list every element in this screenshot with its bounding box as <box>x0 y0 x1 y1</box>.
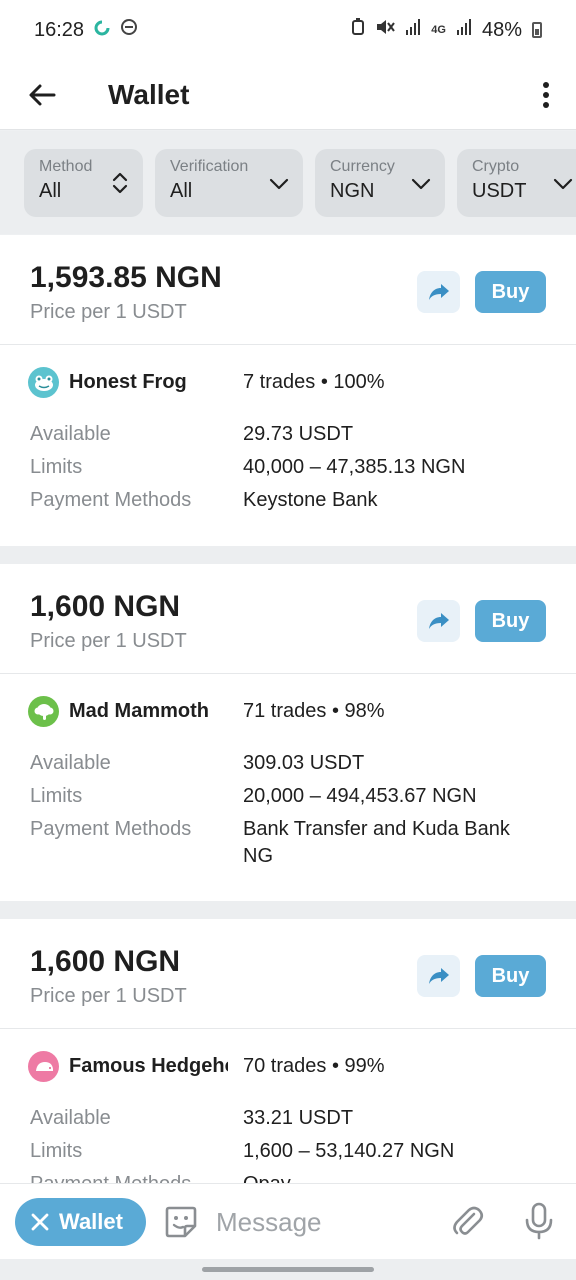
message-input[interactable] <box>216 1202 436 1242</box>
offer-card: 1,600 NGN Price per 1 USDT Buy Mad Mammo… <box>0 564 576 901</box>
offer-price: 1,600 NGN <box>30 590 181 623</box>
available-label: Available <box>30 1107 111 1129</box>
payment-methods-label: Payment Methods <box>30 1173 191 1183</box>
offer-card: 1,600 NGN Price per 1 USDT Buy Famous He… <box>0 919 576 1183</box>
attach-button[interactable] <box>450 1204 486 1245</box>
available-value: 309.03 USDT <box>243 752 365 774</box>
offer-price-caption: Price per 1 USDT <box>30 630 187 652</box>
wallet-chip-label: Wallet <box>59 1209 123 1234</box>
close-icon <box>31 1213 49 1231</box>
status-time: 16:28 <box>34 18 85 41</box>
available-value: 33.21 USDT <box>243 1107 354 1129</box>
offer-details: Mad Mammoth 71 trades • 98% Available 30… <box>0 674 576 901</box>
microphone-icon <box>525 1202 553 1240</box>
share-button[interactable] <box>417 271 460 313</box>
share-arrow-icon <box>428 284 449 300</box>
sort-updown-icon <box>112 172 128 193</box>
battery-icon <box>532 22 542 38</box>
signal-icon-2 <box>456 18 472 42</box>
seller-trades: 70 trades • 99% <box>243 1055 385 1077</box>
offer-price-row: 1,600 NGN Price per 1 USDT Buy <box>0 919 576 1029</box>
seller-info[interactable]: Honest Frog <box>28 367 228 398</box>
available-value: 29.73 USDT <box>243 423 354 445</box>
seller-name: Mad Mammoth <box>69 700 209 722</box>
share-arrow-icon <box>428 613 449 629</box>
limits-value: 1,600 – 53,140.27 NGN <box>243 1140 455 1162</box>
limits-label: Limits <box>30 456 83 478</box>
seller-name: Honest Frog <box>69 371 187 393</box>
buy-button[interactable]: Buy <box>475 600 546 642</box>
offer-details: Honest Frog 7 trades • 100% Available 29… <box>0 345 576 545</box>
filter-method[interactable]: Method All <box>24 148 143 217</box>
message-composer: Wallet <box>0 1183 576 1259</box>
sticker-icon <box>165 1206 197 1238</box>
seller-info[interactable]: Famous Hedgehog <box>28 1051 228 1082</box>
offer-price: 1,600 NGN <box>30 945 181 978</box>
seller-trades: 7 trades • 100% <box>243 371 385 393</box>
seller-name: Famous Hedgehog <box>69 1055 228 1077</box>
share-arrow-icon <box>428 968 449 984</box>
limits-value: 20,000 – 494,453.67 NGN <box>243 785 477 807</box>
page-title: Wallet <box>108 78 190 110</box>
payment-methods-value: Opay <box>243 1171 543 1183</box>
payment-methods-value: Keystone Bank <box>243 489 378 511</box>
hedgehog-avatar-icon <box>28 1051 59 1082</box>
signal-icon <box>405 18 421 42</box>
mammoth-avatar-icon <box>28 696 59 727</box>
paperclip-icon <box>453 1206 484 1235</box>
share-button[interactable] <box>417 600 460 642</box>
filter-bar: Method All Verification All Currency NGN… <box>0 131 576 234</box>
arrow-left-icon <box>29 84 56 105</box>
filter-crypto[interactable]: Crypto USDT <box>457 148 576 217</box>
buy-button[interactable]: Buy <box>475 271 546 313</box>
offer-details: Famous Hedgehog 70 trades • 99% Availabl… <box>0 1029 576 1183</box>
offer-price: 1,593.85 NGN <box>30 261 222 294</box>
limits-label: Limits <box>30 785 83 807</box>
chevron-down-icon <box>411 178 431 189</box>
frog-avatar-icon <box>28 367 59 398</box>
payment-methods-label: Payment Methods <box>30 489 192 511</box>
offer-price-row: 1,600 NGN Price per 1 USDT Buy <box>0 564 576 674</box>
available-label: Available <box>30 752 111 774</box>
more-vertical-icon <box>543 81 549 108</box>
limits-value: 40,000 – 47,385.13 NGN <box>243 456 466 478</box>
card-separator <box>0 546 576 564</box>
wallet-bot-button[interactable]: Wallet <box>15 1198 146 1246</box>
alarm-icon <box>351 18 365 42</box>
home-gesture-handle[interactable] <box>202 1267 374 1272</box>
app-header: Wallet <box>0 60 576 130</box>
network-type-label: 4G <box>431 24 446 36</box>
offer-price-row: 1,593.85 NGN Price per 1 USDT Buy <box>0 235 576 345</box>
offer-card: 1,593.85 NGN Price per 1 USDT Buy Honest… <box>0 235 576 546</box>
more-options-button[interactable] <box>516 60 576 130</box>
offer-price-caption: Price per 1 USDT <box>30 985 187 1007</box>
filter-verification[interactable]: Verification All <box>155 148 303 217</box>
payment-methods-label: Payment Methods <box>30 818 192 840</box>
app-notification-icon <box>94 19 110 42</box>
back-button[interactable] <box>0 60 84 130</box>
buy-button[interactable]: Buy <box>475 955 546 997</box>
sticker-button[interactable] <box>163 1204 199 1245</box>
available-label: Available <box>30 423 111 445</box>
filter-currency[interactable]: Currency NGN <box>315 148 445 217</box>
seller-trades: 71 trades • 98% <box>243 700 385 722</box>
status-bar: 16:28 4G 48% <box>0 0 576 60</box>
battery-percent: 48% <box>481 18 522 41</box>
payment-methods-value: Bank Transfer and Kuda Bank NG <box>243 818 510 867</box>
seller-info[interactable]: Mad Mammoth <box>28 696 228 727</box>
mute-icon <box>375 18 396 42</box>
limits-label: Limits <box>30 1140 83 1162</box>
card-separator <box>0 901 576 919</box>
offer-price-caption: Price per 1 USDT <box>30 301 187 323</box>
do-not-disturb-icon <box>120 18 138 42</box>
chevron-down-icon <box>269 178 289 189</box>
share-button[interactable] <box>417 955 460 997</box>
system-nav-bar <box>0 1259 576 1280</box>
voice-message-button[interactable] <box>524 1202 554 1245</box>
chevron-down-icon <box>553 178 573 189</box>
